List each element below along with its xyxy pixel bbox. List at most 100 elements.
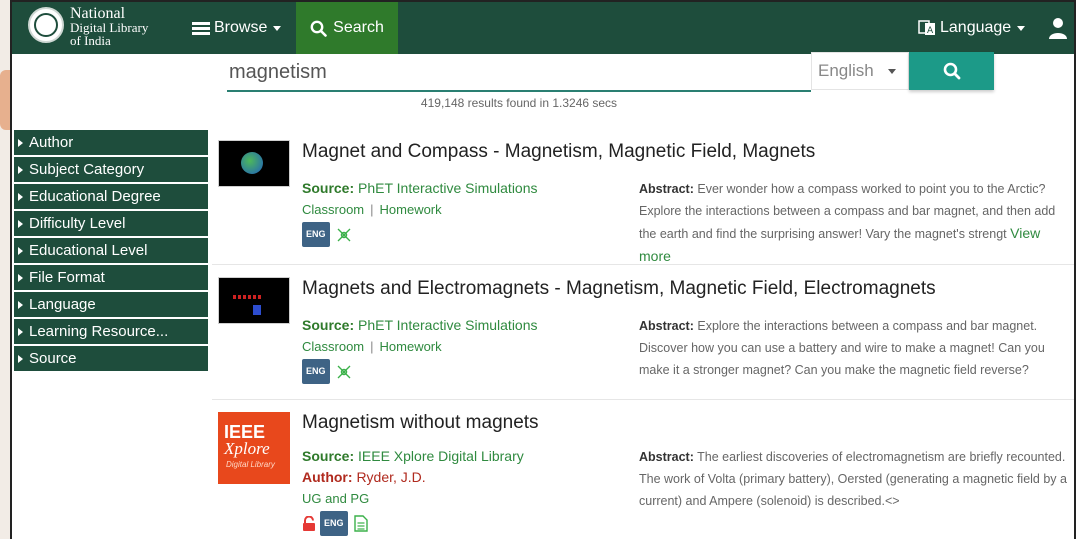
source-label: Source: xyxy=(302,448,355,464)
search-language-value: English xyxy=(818,61,874,80)
search-tab[interactable]: Search xyxy=(296,2,398,54)
facet-file-format[interactable]: File Format xyxy=(14,265,208,290)
abstract-label: Abstract: xyxy=(639,319,694,333)
type-separator: | xyxy=(370,339,374,354)
menu-icon xyxy=(192,21,210,35)
abstract-label: Abstract: xyxy=(639,450,694,464)
search-icon xyxy=(310,20,327,37)
author-label: Author: xyxy=(302,469,353,485)
abstract-text: Ever wonder how a compass worked to poin… xyxy=(639,182,1056,241)
triangle-right-icon xyxy=(18,165,23,174)
type-classroom[interactable]: Classroom xyxy=(302,202,364,217)
triangle-right-icon xyxy=(18,138,23,147)
facet-label: Author xyxy=(29,134,74,151)
result-item: Magnets and Electromagnets - Magnetism, … xyxy=(212,265,1074,400)
simulation-icon xyxy=(337,228,350,241)
facet-label: File Format xyxy=(29,269,105,286)
caret-down-icon xyxy=(273,25,282,31)
result-title[interactable]: Magnets and Electromagnets - Magnetism, … xyxy=(302,278,936,300)
facet-label: Educational Degree xyxy=(29,188,161,205)
browser-viewport: National Digital Library of India Browse… xyxy=(10,0,1076,539)
results-count: 419,148 results found in 1.3246 secs xyxy=(420,96,618,110)
facet-subject-category[interactable]: Subject Category xyxy=(14,157,208,182)
triangle-right-icon xyxy=(18,192,23,201)
triangle-right-icon xyxy=(18,273,23,282)
facet-label: Source xyxy=(29,350,77,367)
facet-author[interactable]: Author xyxy=(14,130,208,155)
unlock-icon xyxy=(303,515,315,531)
result-thumbnail[interactable] xyxy=(218,140,290,187)
brand-title[interactable]: National Digital Library of India xyxy=(70,5,148,48)
language-menu-button[interactable]: A Language xyxy=(918,2,1026,54)
source-link[interactable]: PhET Interactive Simulations xyxy=(358,180,538,196)
facet-label: Subject Category xyxy=(29,161,145,178)
source-link[interactable]: IEEE Xplore Digital Library xyxy=(358,448,524,464)
language-icon: A xyxy=(918,20,935,36)
triangle-right-icon xyxy=(18,300,23,309)
result-meta: Source: PhET Interactive Simulations Cla… xyxy=(302,178,622,247)
result-thumbnail[interactable]: IEEE Xplore Digital Library xyxy=(218,412,290,484)
brand-line-1: National xyxy=(70,5,126,22)
xplore-logo-text: Xplore xyxy=(224,439,270,458)
browse-menu-button[interactable]: Browse xyxy=(192,2,282,54)
result-item: IEEE Xplore Digital Library Magnetism wi… xyxy=(212,400,1074,539)
result-title[interactable]: Magnetism without magnets xyxy=(302,412,539,434)
facet-source[interactable]: Source xyxy=(14,346,208,371)
search-icon xyxy=(943,62,960,80)
facet-label: Learning Resource... xyxy=(29,323,169,340)
triangle-right-icon xyxy=(18,219,23,228)
type-homework[interactable]: Homework xyxy=(380,339,442,354)
search-tab-label: Search xyxy=(333,19,384,36)
facet-label: Difficulty Level xyxy=(29,215,126,232)
result-abstract: Abstract: Explore the interactions betwe… xyxy=(639,315,1069,381)
result-abstract: Abstract: Ever wonder how a compass work… xyxy=(639,178,1069,268)
result-item: Magnet and Compass - Magnetism, Magnetic… xyxy=(212,128,1074,268)
source-label: Source: xyxy=(302,317,355,333)
abstract-text: The earliest discoveries of electromagne… xyxy=(639,450,1067,508)
svg-text:A: A xyxy=(927,26,934,36)
abstract-label: Abstract: xyxy=(639,182,694,196)
language-badge: ENG xyxy=(302,359,330,384)
result-meta: Source: PhET Interactive Simulations Cla… xyxy=(302,315,622,384)
facet-educational-degree[interactable]: Educational Degree xyxy=(14,184,208,209)
digital-library-logo-text: Digital Library xyxy=(226,460,275,469)
result-abstract: Abstract: The earliest discoveries of el… xyxy=(639,446,1069,512)
search-language-select[interactable]: English xyxy=(811,52,909,90)
source-label: Source: xyxy=(302,180,355,196)
caret-down-icon xyxy=(887,68,896,74)
result-thumbnail[interactable] xyxy=(218,277,290,324)
facet-educational-level[interactable]: Educational Level xyxy=(14,238,208,263)
facet-difficulty-level[interactable]: Difficulty Level xyxy=(14,211,208,236)
search-button[interactable] xyxy=(909,52,994,90)
triangle-right-icon xyxy=(18,354,23,363)
user-icon[interactable] xyxy=(1048,17,1068,39)
page-background-right xyxy=(1076,0,1082,539)
results-list: Magnet and Compass - Magnetism, Magnetic… xyxy=(212,128,1074,539)
caret-down-icon xyxy=(1017,25,1026,31)
source-link[interactable]: PhET Interactive Simulations xyxy=(358,317,538,333)
language-label: Language xyxy=(940,19,1012,36)
type-classroom[interactable]: Classroom xyxy=(302,339,364,354)
facet-language[interactable]: Language xyxy=(14,292,208,317)
brand-line-3: of India xyxy=(70,33,111,48)
triangle-right-icon xyxy=(18,327,23,336)
language-badge: ENG xyxy=(302,222,330,247)
degree-link[interactable]: UG and PG xyxy=(302,488,622,509)
triangle-right-icon xyxy=(18,246,23,255)
browse-label: Browse xyxy=(214,19,268,36)
facet-label: Language xyxy=(29,296,96,313)
ndli-logo-icon[interactable] xyxy=(28,7,64,43)
type-homework[interactable]: Homework xyxy=(380,202,442,217)
language-badge: ENG xyxy=(320,511,348,536)
filter-sidebar: Author Subject Category Educational Degr… xyxy=(14,130,208,373)
result-title[interactable]: Magnet and Compass - Magnetism, Magnetic… xyxy=(302,141,815,163)
facet-learning-resource[interactable]: Learning Resource... xyxy=(14,319,208,344)
search-input[interactable] xyxy=(227,54,811,92)
abstract-text: Explore the interactions between a compa… xyxy=(639,319,1045,377)
document-icon xyxy=(353,515,368,532)
type-separator: | xyxy=(370,202,374,217)
author-link[interactable]: Ryder, J.D. xyxy=(356,469,425,485)
simulation-icon xyxy=(337,365,350,378)
facet-label: Educational Level xyxy=(29,242,148,259)
top-navbar: National Digital Library of India Browse… xyxy=(12,2,1074,54)
